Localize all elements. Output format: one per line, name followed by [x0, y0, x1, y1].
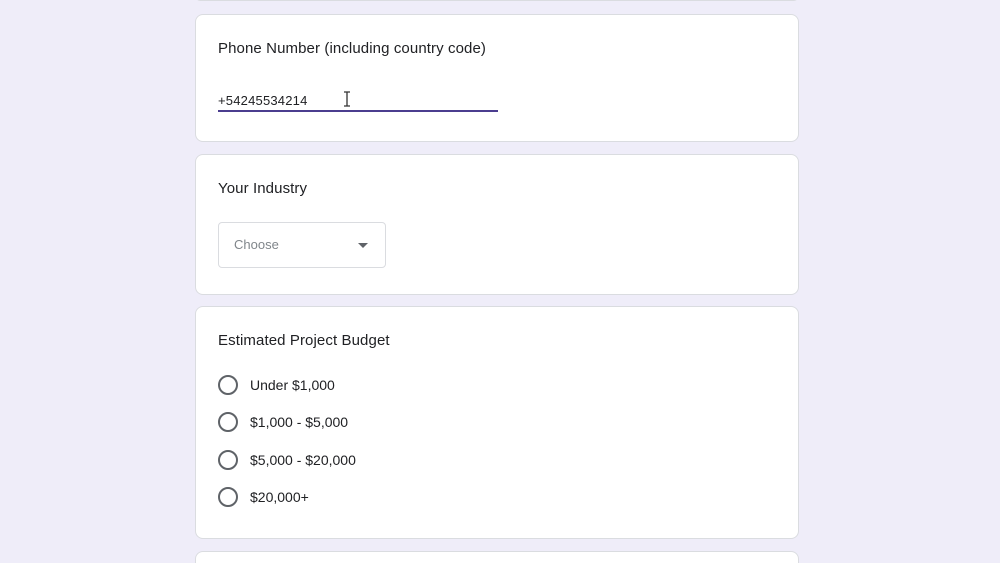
- budget-option-1000-5000[interactable]: $1,000 - $5,000: [218, 411, 348, 433]
- budget-option-5000-20000[interactable]: $5,000 - $20,000: [218, 449, 356, 471]
- phone-input-underline: [218, 110, 498, 112]
- budget-option-under-1000[interactable]: Under $1,000: [218, 374, 335, 396]
- budget-question-card: Estimated Project Budget Under $1,000 $1…: [195, 306, 799, 539]
- budget-question-title: Estimated Project Budget: [218, 332, 390, 349]
- phone-number-input[interactable]: [218, 89, 498, 111]
- industry-dropdown[interactable]: Choose: [218, 222, 386, 268]
- industry-question-title: Your Industry: [218, 180, 308, 197]
- phone-question-card: Phone Number (including country code): [195, 14, 799, 142]
- arrow-drop-down-icon: [358, 243, 368, 248]
- industry-question-card: Your Industry Choose: [195, 154, 799, 295]
- form-page: Phone Number (including country code) Yo…: [0, 0, 1000, 563]
- radio-button-icon[interactable]: [218, 487, 238, 507]
- budget-option-label: $20,000+: [250, 489, 309, 505]
- radio-button-icon[interactable]: [218, 375, 238, 395]
- text-cursor-icon: [344, 91, 350, 107]
- radio-button-icon[interactable]: [218, 412, 238, 432]
- budget-option-label: Under $1,000: [250, 377, 335, 393]
- budget-option-label: $1,000 - $5,000: [250, 414, 349, 430]
- next-question-card: [195, 551, 799, 563]
- industry-dropdown-value: Choose: [234, 237, 279, 252]
- budget-option-20000-plus[interactable]: $20,000+: [218, 486, 309, 508]
- phone-field-wrap: [218, 89, 498, 113]
- budget-option-label: $5,000 - $20,000: [250, 452, 356, 468]
- radio-button-icon[interactable]: [218, 450, 238, 470]
- phone-question-title: Phone Number (including country code): [218, 40, 487, 57]
- previous-question-card: [195, 0, 799, 1]
